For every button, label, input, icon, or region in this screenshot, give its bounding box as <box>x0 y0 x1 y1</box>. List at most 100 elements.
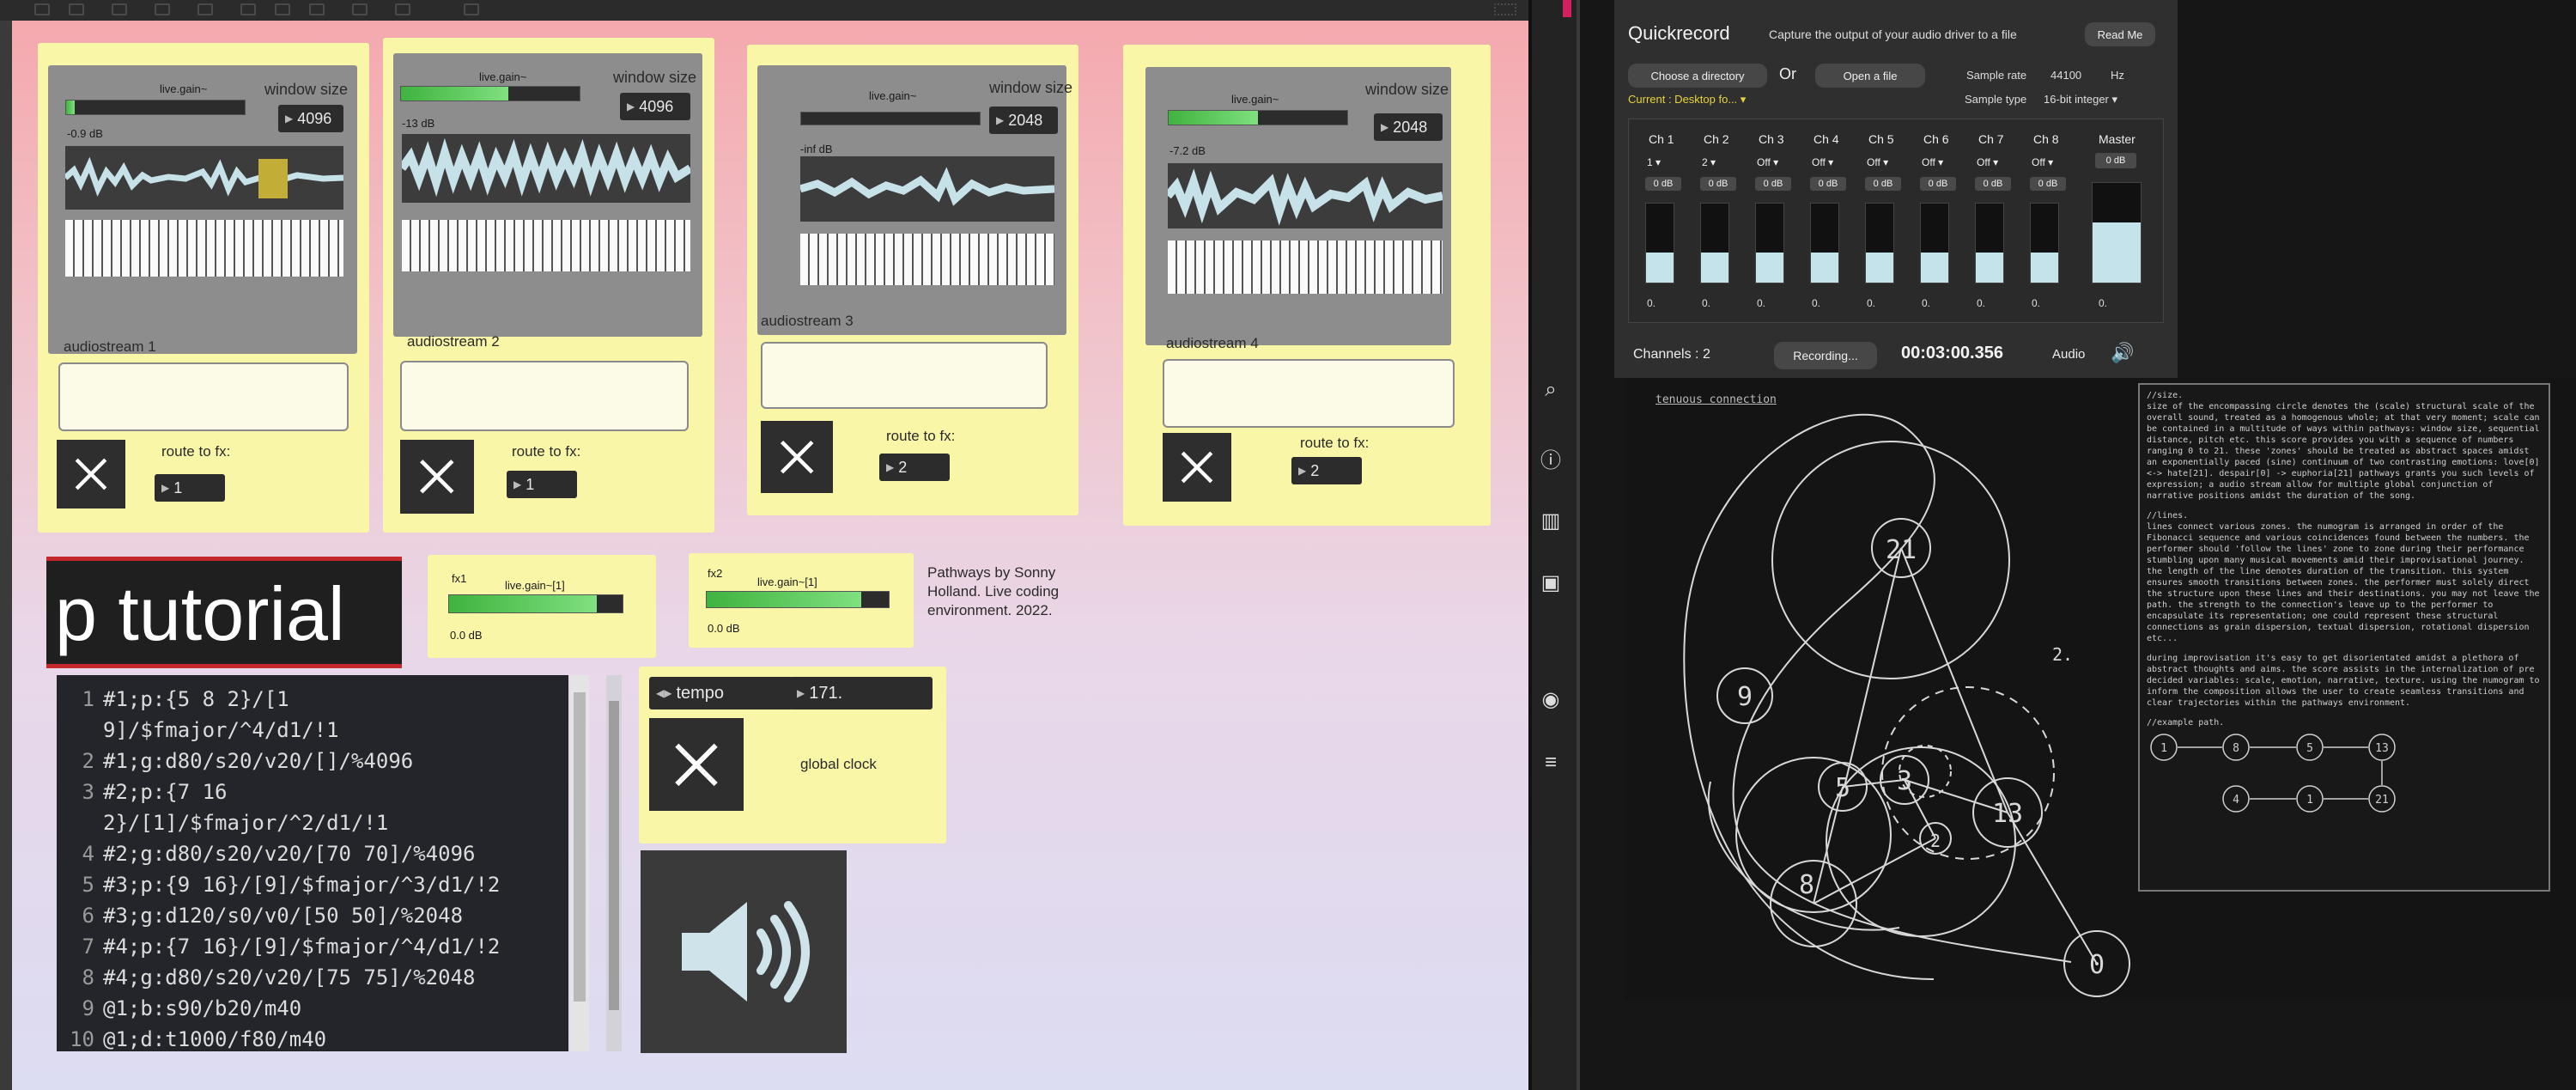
code-scrollbar[interactable] <box>570 675 589 1051</box>
master-db[interactable]: 0 dB <box>2095 153 2136 168</box>
channel-db[interactable]: 0 dB <box>1975 177 2011 191</box>
fx-db: 0.0 dB <box>450 629 483 642</box>
recording-button[interactable]: Recording... <box>1774 342 1877 369</box>
search-icon[interactable]: ⌕ <box>1537 378 1564 402</box>
channel-db[interactable]: 0 dB <box>1920 177 1956 191</box>
route-box[interactable]: ▶ 1 <box>507 471 577 498</box>
window-size-box[interactable]: ▶ 4096 <box>620 93 690 120</box>
piano-keyboard[interactable] <box>800 234 1054 285</box>
channel-name: Ch 6 <box>1923 132 1949 146</box>
code-line[interactable]: 2}/[1]/$fmajor/^2/d1/!1 <box>64 807 562 838</box>
window-size-box[interactable]: ▶ 2048 <box>989 107 1058 134</box>
tutorial-subpatcher[interactable]: p tutorial <box>46 557 402 668</box>
stream-text-input[interactable] <box>400 361 689 431</box>
route-box[interactable]: ▶ 2 <box>1291 457 1362 484</box>
stream-text-input[interactable] <box>58 362 349 431</box>
camera-icon[interactable]: ◉ <box>1537 687 1564 712</box>
channel-select[interactable]: Off ▾ <box>1757 156 1778 168</box>
code-line[interactable]: 9 @1;b:s90/b20/m40 <box>64 993 562 1024</box>
channel-select[interactable]: Off ▾ <box>1867 156 1888 168</box>
toolbar-icon[interactable] <box>155 3 170 15</box>
sliders-icon[interactable]: ≡ <box>1537 751 1564 775</box>
tempo-panel: ◀▶ tempo ▶ 171. global clock <box>639 667 946 843</box>
code-line[interactable]: 8 #4;g:d80/s20/v20/[75 75]/%2048 <box>64 962 562 993</box>
toolbar-icon[interactable] <box>395 3 410 15</box>
clipboard-icon[interactable]: ▣ <box>1537 570 1564 595</box>
toggle-button[interactable] <box>400 440 474 514</box>
toggle-button[interactable] <box>1163 433 1231 502</box>
toggle-button[interactable] <box>761 421 833 493</box>
channel-db[interactable]: 0 dB <box>1755 177 1791 191</box>
toolbar-icon[interactable] <box>34 3 50 15</box>
channel-select[interactable]: Off ▾ <box>2032 156 2053 168</box>
channel-zero: 0. <box>1647 297 1656 309</box>
code-editor[interactable]: 1 #1;p:{5 8 2}/[1 9]/$fmajor/^4/d1/!1 2 #1;g… <box>57 675 568 1051</box>
fx-gain-meter[interactable] <box>706 591 890 608</box>
toggle-button[interactable] <box>57 440 125 508</box>
toolbar-icon[interactable] <box>464 3 479 15</box>
sample-rate-value[interactable]: 44100 <box>2050 69 2081 82</box>
toolbar-icon[interactable] <box>69 3 84 15</box>
channel-db[interactable]: 0 dB <box>1645 177 1681 191</box>
toolbar-icon[interactable] <box>197 3 213 15</box>
piano-keyboard[interactable] <box>65 220 343 277</box>
code-line[interactable]: 2 #1;g:d80/s20/v20/[]/%4096 <box>64 746 562 776</box>
sample-type-select[interactable]: 16-bit integer ▾ <box>2044 93 2117 107</box>
speaker-small-icon[interactable]: 🔊 <box>2111 342 2134 364</box>
global-clock-toggle[interactable] <box>649 718 744 811</box>
toolbar-icon[interactable] <box>240 3 256 15</box>
open-file-button[interactable]: Open a file <box>1815 64 1925 88</box>
notes-paragraph: //size. <box>2147 391 2184 400</box>
channel-db[interactable]: 0 dB <box>1700 177 1736 191</box>
code-line[interactable]: 7 #4;p:{7 16}/[9]/$fmajor/^4/d1/!2 <box>64 931 562 962</box>
channel-select[interactable]: Off ▾ <box>1977 156 1998 168</box>
toolbar-icon[interactable] <box>112 3 127 15</box>
tempo-label-box[interactable]: ◀▶ tempo <box>649 677 793 709</box>
toolbar-icon[interactable] <box>352 3 368 15</box>
read-me-button[interactable]: Read Me <box>2085 22 2155 46</box>
code-line[interactable]: 1 #1;p:{5 8 2}/[1 <box>64 684 562 715</box>
stream-text-input[interactable] <box>1163 359 1455 428</box>
code-line[interactable]: 4 #2;g:d80/s20/v20/[70 70]/%4096 <box>64 838 562 869</box>
toolbar-icon[interactable] <box>275 3 290 15</box>
path-node: 5 <box>2306 742 2313 755</box>
code-line[interactable]: 10 @1;d:t1000/f80/m40 <box>64 1024 562 1051</box>
current-path[interactable]: Current : Desktop fo... ▾ <box>1628 93 1746 107</box>
window-size-box[interactable]: ▶ 2048 <box>1374 113 1443 141</box>
grid-icon[interactable] <box>1494 3 1516 15</box>
route-box[interactable]: ▶ 1 <box>155 474 225 502</box>
code-text: 2}/[1]/$fmajor/^2/d1/!1 <box>103 811 389 835</box>
tempo-number-box[interactable]: ▶ 171. <box>790 677 933 709</box>
channel-db[interactable]: 0 dB <box>2030 177 2066 191</box>
side-scrollbar[interactable] <box>606 675 622 1051</box>
piano-keyboard[interactable] <box>1168 241 1443 294</box>
choose-directory-button[interactable]: Choose a directory <box>1628 64 1767 88</box>
channel-select[interactable]: Off ▾ <box>1922 156 1943 168</box>
channel-select[interactable]: Off ▾ <box>1812 156 1833 168</box>
route-label: route to fx: <box>1300 435 1370 451</box>
piano-keyboard[interactable] <box>402 220 690 271</box>
speaker-button[interactable] <box>641 850 847 1053</box>
channel-select[interactable]: 1 ▾ <box>1647 156 1661 168</box>
book-icon[interactable]: ▥ <box>1537 508 1564 533</box>
gain-meter[interactable] <box>65 100 246 115</box>
code-line[interactable]: 3 #2;p:{7 16 <box>64 776 562 807</box>
code-line[interactable]: 6 #3;g:d120/s0/v0/[50 50]/%2048 <box>64 900 562 931</box>
code-line[interactable]: 9]/$fmajor/^4/d1/!1 <box>64 715 562 746</box>
stream-text-input[interactable] <box>761 342 1048 409</box>
toolbar-icon[interactable] <box>309 3 325 15</box>
channel-select[interactable]: 2 ▾ <box>1702 156 1716 168</box>
window-size-box[interactable]: ▶ 4096 <box>278 105 343 132</box>
gain-meter[interactable] <box>400 86 580 101</box>
channel-zero: 0. <box>1757 297 1766 309</box>
gain-meter[interactable] <box>800 112 981 125</box>
info-icon[interactable]: ⓘ <box>1537 443 1564 473</box>
route-box[interactable]: ▶ 2 <box>879 454 950 481</box>
line-number: 4 <box>82 842 94 866</box>
channel-name: Ch 2 <box>1704 132 1729 146</box>
gain-meter[interactable] <box>1168 110 1348 125</box>
code-line[interactable]: 5 #3;p:{9 16}/[9]/$fmajor/^3/d1/!2 <box>64 869 562 900</box>
channel-db[interactable]: 0 dB <box>1865 177 1901 191</box>
fx-gain-meter[interactable] <box>448 594 623 613</box>
channel-db[interactable]: 0 dB <box>1810 177 1846 191</box>
